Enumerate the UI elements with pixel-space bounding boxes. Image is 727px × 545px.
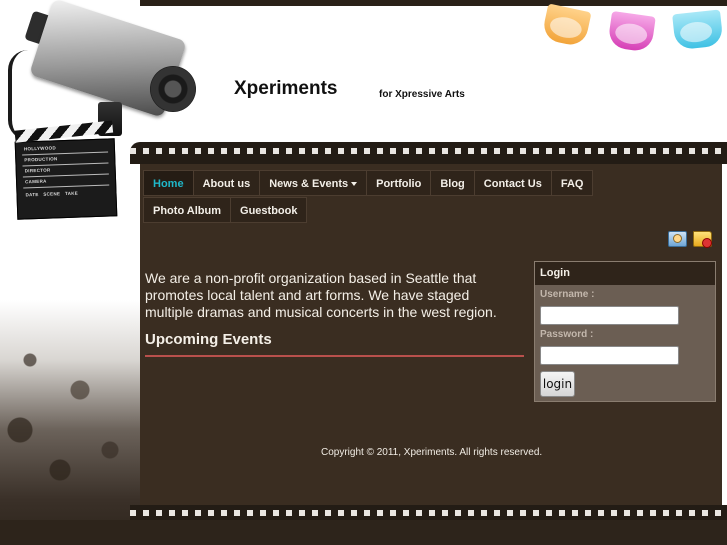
chevron-down-icon	[351, 182, 358, 187]
username-label: Username :	[540, 289, 595, 300]
clapboard-divider	[22, 162, 109, 167]
nav-item-contact-us[interactable]: Contact Us	[473, 170, 552, 196]
site-title: Xperiments	[234, 78, 338, 99]
nav-item-home[interactable]: Home	[143, 170, 194, 196]
folder-icon[interactable]	[693, 231, 712, 248]
clapboard-text: DIRECTOR	[24, 167, 51, 174]
stage-light-cyan	[672, 9, 724, 51]
main-content: Home About us News & Events Portfolio Bl…	[140, 164, 722, 505]
username-field[interactable]	[540, 306, 679, 325]
nav-item-portfolio[interactable]: Portfolio	[366, 170, 432, 196]
clapboard-image: HOLLYWOOD PRODUCTION DIRECTOR CAMERA DAT…	[14, 120, 118, 220]
clapboard-text: CAMERA	[24, 178, 47, 185]
clapboard-text: PRODUCTION	[24, 156, 58, 163]
password-label: Password :	[540, 329, 594, 340]
nav-label: Portfolio	[376, 178, 422, 190]
nav-item-blog[interactable]: Blog	[430, 170, 475, 196]
main-nav: Home About us News & Events Portfolio Bl…	[143, 170, 663, 224]
nav-item-faq[interactable]: FAQ	[550, 170, 594, 196]
copyright-text: Copyright © 2011, Xperiments. All rights…	[321, 447, 543, 458]
login-heading: Login	[535, 262, 715, 285]
nav-label: Home	[153, 178, 184, 190]
clapboard-text: DATE SCENE TAKE	[25, 190, 79, 198]
clapboard-divider	[23, 184, 110, 189]
upcoming-events-heading: Upcoming Events	[145, 331, 272, 348]
nav-item-photo-album[interactable]: Photo Album	[143, 197, 232, 223]
film-strip-top	[130, 142, 727, 164]
clapboard-divider	[22, 151, 109, 156]
movie-camera-image	[8, 0, 208, 140]
site-tagline: for Xpressive Arts	[379, 89, 465, 100]
section-divider	[145, 355, 524, 357]
clapboard-text: HOLLYWOOD	[23, 145, 57, 152]
bottom-border	[0, 520, 727, 545]
nav-label: Contact Us	[483, 178, 542, 190]
nav-label: Photo Album	[153, 205, 222, 217]
nav-label: About us	[202, 178, 251, 190]
stage-light-orange	[540, 3, 592, 48]
nav-item-guestbook[interactable]: Guestbook	[230, 197, 308, 223]
nav-item-news-events[interactable]: News & Events	[259, 170, 368, 196]
login-button[interactable]: login	[540, 371, 575, 397]
nav-label: Guestbook	[240, 205, 298, 217]
user-account-icon[interactable]	[668, 231, 687, 247]
stage-light-magenta	[607, 10, 656, 53]
nav-label: FAQ	[560, 178, 584, 190]
nav-item-about-us[interactable]: About us	[192, 170, 261, 196]
toolbar-icons	[668, 231, 712, 248]
nav-label: Blog	[440, 178, 465, 190]
camera-lens	[150, 66, 196, 112]
password-field[interactable]	[540, 346, 679, 365]
grunge-texture	[0, 300, 140, 500]
intro-text: We are a non-profit organization based i…	[145, 270, 497, 320]
nav-label: News & Events	[269, 178, 349, 190]
login-panel: Login Username : Password : login	[534, 261, 716, 402]
clapboard-divider	[22, 173, 109, 178]
